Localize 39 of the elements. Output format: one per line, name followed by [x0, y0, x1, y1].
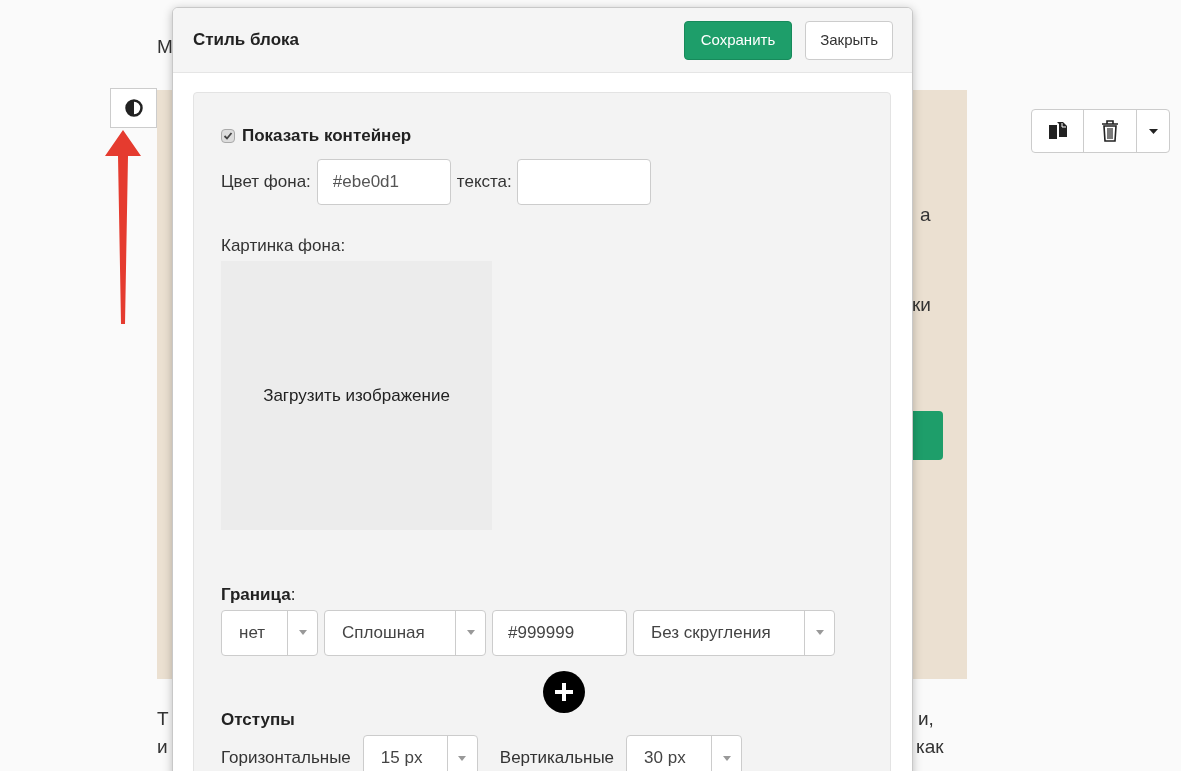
caret-icon	[466, 630, 475, 635]
caret-icon	[722, 755, 731, 761]
close-button[interactable]: Закрыть	[805, 20, 893, 60]
background-color-field[interactable]: #ebe0d1	[316, 158, 451, 205]
dialog-title: Стиль блока	[193, 29, 301, 52]
caret-icon	[1148, 128, 1158, 134]
caret-icon	[458, 755, 467, 761]
field-label: Цвет фона:	[221, 170, 311, 193]
page-text: Т	[157, 707, 169, 731]
caret-icon	[298, 630, 307, 635]
section-title: Отступы	[221, 708, 296, 731]
copy-icon	[1047, 121, 1068, 141]
field-label: Картинка фона:	[221, 234, 347, 257]
checkbox-label: Показать контейнер	[242, 125, 412, 147]
select-field[interactable]: 15 px	[362, 735, 478, 771]
page-text: и	[157, 735, 168, 759]
page-text: а	[920, 203, 931, 227]
caret-icon	[815, 630, 824, 635]
page-text: и,	[918, 707, 934, 731]
field-label: Горизонтальные	[221, 747, 351, 770]
upload-image-button[interactable]: Загрузить изображение	[221, 261, 492, 530]
page-text: М	[157, 35, 173, 59]
text-color-field[interactable]	[516, 158, 651, 205]
select-field[interactable]: Сплошная	[324, 609, 486, 656]
select-field[interactable]: Без скругления	[633, 609, 835, 656]
page-text: ки	[912, 293, 931, 317]
section-label: Граница:	[221, 584, 297, 606]
contrast-button[interactable]	[110, 88, 157, 128]
field-label: Вертикальные	[499, 747, 615, 770]
border-color-field[interactable]: #999999	[492, 609, 627, 656]
add-button[interactable]	[543, 670, 585, 713]
page-text: как	[916, 735, 944, 759]
field-label: текста:	[456, 170, 512, 193]
select-field[interactable]: 30 px	[626, 735, 743, 771]
checkbox[interactable]	[221, 128, 235, 143]
trash-icon	[1101, 120, 1119, 142]
plus-icon	[553, 680, 575, 703]
contrast-icon	[124, 99, 143, 117]
select-field[interactable]: нет	[221, 609, 318, 656]
